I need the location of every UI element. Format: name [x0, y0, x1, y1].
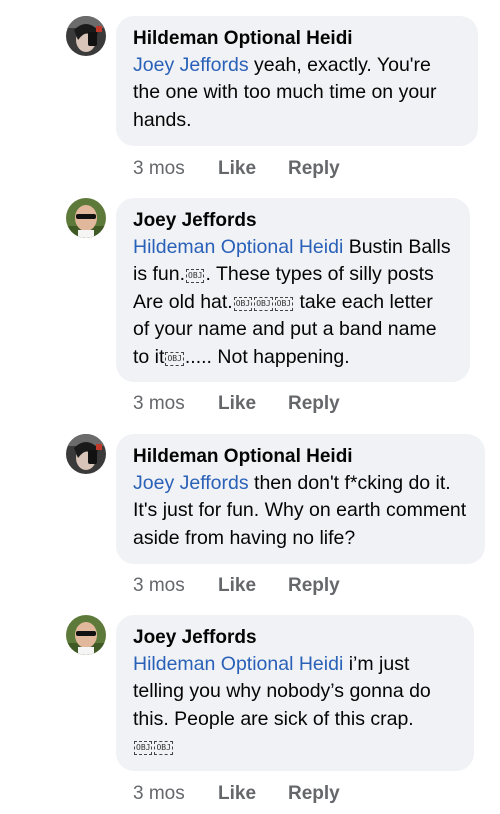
- obj-glyph: OBJ: [154, 741, 173, 756]
- comment-text: Joey Jeffords yeah, exactly. You're the …: [133, 54, 437, 131]
- like-button[interactable]: Like: [218, 573, 288, 599]
- comment-timestamp[interactable]: 3 mos: [133, 781, 218, 807]
- avatar[interactable]: [66, 434, 106, 474]
- woman-phone-avatar-icon: [66, 16, 106, 56]
- man-sunglasses-avatar-icon: [66, 615, 106, 655]
- comment-text: Joey Jeffords then don't f*cking do it. …: [133, 472, 467, 549]
- avatar[interactable]: [66, 615, 106, 655]
- mention-link[interactable]: Hildeman Optional Heidi: [133, 236, 343, 258]
- reply-button[interactable]: Reply: [288, 391, 340, 417]
- comment-actions: 3 mos Like Reply: [133, 781, 340, 807]
- comment-text: Hildeman Optional Heidi i’m just telling…: [133, 651, 458, 761]
- comment-author[interactable]: Hildeman Optional Heidi: [133, 444, 469, 470]
- obj-glyph: OBJ: [165, 351, 184, 366]
- obj-glyph: OBJ: [186, 269, 205, 284]
- comment-bubble: Joey Jeffords Hildeman Optional Heidi Bu…: [116, 198, 470, 382]
- like-button[interactable]: Like: [218, 156, 288, 182]
- comment-timestamp[interactable]: 3 mos: [133, 391, 218, 417]
- mention-link[interactable]: Joey Jeffords: [133, 54, 249, 76]
- comment-bubble: Joey Jeffords Hildeman Optional Heidi i’…: [116, 615, 474, 771]
- obj-glyph: OBJ: [254, 296, 273, 311]
- comment-actions: 3 mos Like Reply: [133, 391, 340, 417]
- mention-link[interactable]: Hildeman Optional Heidi: [133, 653, 343, 675]
- avatar[interactable]: [66, 16, 106, 56]
- like-button[interactable]: Like: [218, 781, 288, 807]
- comment: Hildeman Optional Heidi Joey Jeffords ye…: [0, 0, 500, 190]
- obj-glyph: OBJ: [134, 741, 153, 756]
- like-button[interactable]: Like: [218, 391, 288, 417]
- comment-timestamp[interactable]: 3 mos: [133, 573, 218, 599]
- mention-link[interactable]: Joey Jeffords: [133, 472, 249, 494]
- comment-author[interactable]: Hildeman Optional Heidi: [133, 26, 462, 52]
- comment-timestamp[interactable]: 3 mos: [133, 156, 218, 182]
- comment-bubble: Hildeman Optional Heidi Joey Jeffords ye…: [116, 16, 478, 146]
- comment-author[interactable]: Joey Jeffords: [133, 208, 454, 234]
- comment-actions: 3 mos Like Reply: [133, 156, 340, 182]
- reply-button[interactable]: Reply: [288, 781, 340, 807]
- reply-button[interactable]: Reply: [288, 156, 340, 182]
- comment-author[interactable]: Joey Jeffords: [133, 625, 458, 651]
- obj-glyph: OBJ: [274, 296, 294, 311]
- comment-bubble: Hildeman Optional Heidi Joey Jeffords th…: [116, 434, 485, 564]
- comment-text: Hildeman Optional Heidi Bustin Balls is …: [133, 236, 451, 368]
- avatar[interactable]: [66, 198, 106, 238]
- obj-glyph: OBJ: [233, 296, 253, 311]
- man-sunglasses-avatar-icon: [66, 198, 106, 238]
- reply-button[interactable]: Reply: [288, 573, 340, 599]
- woman-phone-avatar-icon: [66, 434, 106, 474]
- comment-actions: 3 mos Like Reply: [133, 573, 340, 599]
